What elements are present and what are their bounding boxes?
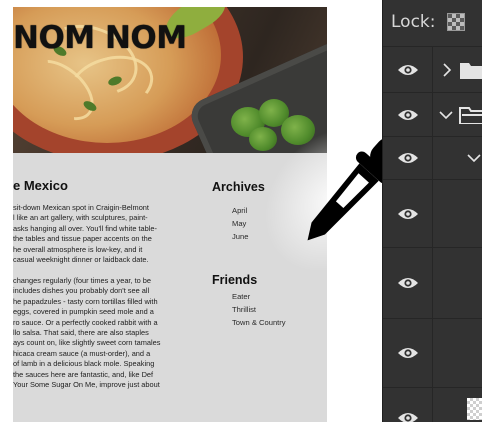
paragraph-line: asks hanging all over. You'll find white… xyxy=(13,223,157,233)
archives-list: April May June xyxy=(232,204,248,243)
layer-row[interactable] xyxy=(383,388,487,422)
friend-link-eater[interactable]: Eater xyxy=(232,290,286,303)
paragraph-line: the tables and tissue paper accents on t… xyxy=(13,234,152,244)
paragraph-line: includes dishes you probably don't see a… xyxy=(13,286,150,296)
friend-link-thrillist[interactable]: Thrillist xyxy=(232,303,286,316)
paragraph-line: llo salsa. That said, there are also sta… xyxy=(13,328,149,338)
layer-row-group-expanded[interactable] xyxy=(383,93,487,137)
paragraph-line: eggs, covered in pumpkin seed mole and a xyxy=(13,307,154,317)
paragraph-line: ro sauce. Or a perfectly cooked rabbit w… xyxy=(13,317,158,327)
layer-row[interactable] xyxy=(383,180,483,248)
eye-icon[interactable] xyxy=(397,346,419,360)
lock-row: Lock: xyxy=(383,0,483,47)
layer-row-group-collapsed[interactable] xyxy=(383,47,487,93)
friends-heading: Friends xyxy=(212,273,258,287)
paragraph-line: Your Some Sugar On Me, improve just abou… xyxy=(13,380,160,390)
section-title: e Mexico xyxy=(13,178,68,193)
layer-row[interactable] xyxy=(383,319,483,388)
eye-icon[interactable] xyxy=(397,411,419,422)
paragraph-line: he overall atmosphere is low-key, and it xyxy=(13,244,143,254)
archive-link-april[interactable]: April xyxy=(232,204,248,217)
eye-icon[interactable] xyxy=(397,276,419,290)
paragraph-line: l like an art gallery, with sculptures, … xyxy=(13,213,148,223)
friend-link-town-and-country[interactable]: Town & Country xyxy=(232,316,286,329)
chevron-down-icon[interactable] xyxy=(438,107,454,123)
friends-list: Eater Thrillist Town & Country xyxy=(232,290,286,329)
paragraph-line: ays count on, like slightly sweet corn t… xyxy=(13,338,161,348)
eye-icon[interactable] xyxy=(397,108,419,122)
paragraph-line: of lamb in a delicious black mole. Speak… xyxy=(13,359,155,369)
paragraph-line: sit-down Mexican spot in Craigin-Belmont xyxy=(13,203,149,212)
archive-link-may[interactable]: May xyxy=(232,217,248,230)
lock-label: Lock: xyxy=(391,12,436,32)
eye-icon[interactable] xyxy=(397,63,419,77)
body-paragraph-2: changes regularly (four times a year, to… xyxy=(13,276,188,390)
archive-link-june[interactable]: June xyxy=(232,230,248,243)
archives-heading: Archives xyxy=(212,180,265,194)
site-title: NOM NOM xyxy=(13,20,187,56)
paragraph-line: the sauces here are fantastic, and, like… xyxy=(13,369,154,379)
layers-panel: Lock: xyxy=(382,0,487,422)
chevron-down-icon[interactable] xyxy=(466,150,482,166)
eye-icon[interactable] xyxy=(397,151,419,165)
transparency-lock-icon[interactable] xyxy=(447,13,465,31)
paragraph-line: he papadzules - tasty corn tortillas fil… xyxy=(13,296,158,306)
paragraph-line: casual weeknight dinner or laidback date… xyxy=(13,255,149,265)
body-paragraph-1: sit-down Mexican spot in Craigin-Belmont… xyxy=(13,203,188,265)
layer-row[interactable] xyxy=(383,248,483,319)
paragraph-line: changes regularly (four times a year, to… xyxy=(13,276,152,285)
eye-icon[interactable] xyxy=(397,207,419,221)
chevron-right-icon[interactable] xyxy=(439,62,455,78)
layer-row-nested-group[interactable] xyxy=(383,137,483,180)
paragraph-line: hicaca cream sauce (a must-order), and a xyxy=(13,348,151,358)
